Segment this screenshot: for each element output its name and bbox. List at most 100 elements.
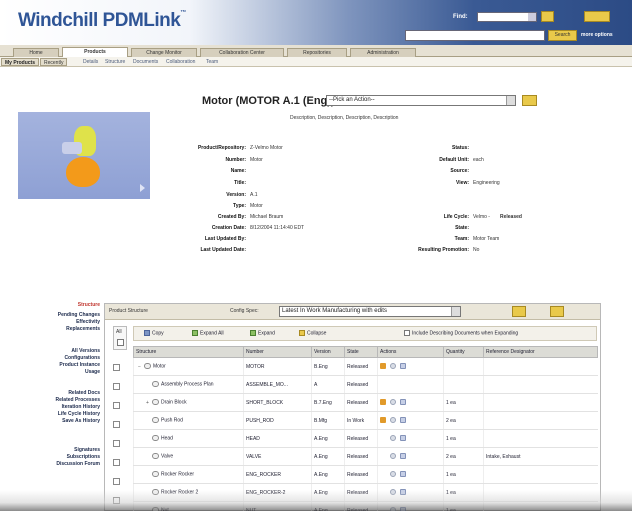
expand-all-icon: [192, 330, 198, 336]
view-icon[interactable]: [390, 399, 396, 406]
document-icon[interactable]: [400, 399, 406, 406]
nav-item-iteration-history[interactable]: Iteration History: [62, 404, 100, 410]
table-row[interactable]: Valve VALVE A.Eng Released 2 ea Intake, Exhau…: [133, 447, 598, 466]
nav-item-structure[interactable]: Structure: [78, 302, 100, 308]
part-name[interactable]: Valve: [161, 454, 173, 460]
table-row[interactable]: − Motor MOTOR B.Eng Released: [133, 357, 598, 376]
nav-item-subscriptions[interactable]: Subscriptions: [67, 454, 100, 460]
row-checkbox[interactable]: [113, 440, 120, 447]
column-header-version[interactable]: Version: [311, 346, 345, 358]
tab-home[interactable]: Home: [13, 48, 59, 57]
find-go-button[interactable]: [541, 11, 554, 22]
copy-button[interactable]: Copy: [144, 330, 164, 336]
part-name[interactable]: Drain Block: [161, 400, 187, 406]
view-icon[interactable]: [390, 453, 396, 460]
subtab-team[interactable]: Team: [206, 58, 218, 66]
action-select[interactable]: --Pick an Action--: [326, 95, 516, 106]
header-clear-button[interactable]: [584, 11, 610, 22]
number-cell[interactable]: ASSEMBLE_MO...: [243, 375, 312, 394]
number-cell[interactable]: SHORT_BLOCK: [243, 393, 312, 412]
edit-icon[interactable]: [380, 363, 386, 370]
edit-icon[interactable]: [380, 399, 386, 406]
nav-item-related-docs[interactable]: Related Docs: [68, 390, 100, 396]
config-spec-edit-button[interactable]: [550, 306, 564, 317]
part-name[interactable]: Push Rod: [161, 418, 183, 424]
number-cell[interactable]: MOTOR: [243, 357, 312, 376]
table-row[interactable]: Head HEAD A.Eng Released 1 ea: [133, 429, 598, 448]
nav-item-save-as-history[interactable]: Save As History: [62, 418, 100, 424]
part-name[interactable]: Assembly Process Plan: [161, 382, 214, 388]
subtab-recently[interactable]: Recently: [40, 58, 68, 66]
include-docs-checkbox[interactable]: [404, 330, 410, 336]
number-cell[interactable]: VALVE: [243, 447, 312, 466]
attribute-label: Type:: [233, 203, 246, 209]
document-icon[interactable]: [400, 435, 406, 442]
column-header-structure[interactable]: Structure: [133, 346, 244, 358]
nav-item-related-processes[interactable]: Related Processes: [56, 397, 100, 403]
document-icon[interactable]: [400, 471, 406, 478]
find-type-select[interactable]: [477, 12, 537, 22]
tab-repositories[interactable]: Repositories: [287, 48, 347, 57]
nav-item-discussion-forum[interactable]: Discussion Forum: [56, 461, 100, 467]
document-icon[interactable]: [400, 363, 406, 370]
search-options-link[interactable]: more options: [581, 32, 613, 38]
config-spec-apply-button[interactable]: [512, 306, 526, 317]
search-input[interactable]: [405, 30, 545, 41]
part-thumbnail[interactable]: [18, 112, 150, 199]
nav-item-signatures[interactable]: Signatures: [74, 447, 100, 453]
config-spec-select[interactable]: Latest In Work Manufacturing with edits: [279, 306, 461, 317]
nav-item-replacements[interactable]: Replacements: [66, 326, 100, 332]
part-name[interactable]: Head: [161, 436, 173, 442]
nav-item-product-instance[interactable]: Product Instance: [59, 362, 100, 368]
view-icon[interactable]: [390, 435, 396, 442]
nav-item-usage[interactable]: Usage: [85, 369, 100, 375]
edit-icon[interactable]: [380, 417, 386, 424]
windchill-logo[interactable]: Windchill PDMLink™: [18, 10, 186, 32]
number-cell[interactable]: HEAD: [243, 429, 312, 448]
select-all-checkbox[interactable]: [117, 339, 124, 346]
subtab-documents[interactable]: Documents: [133, 58, 158, 66]
row-checkbox[interactable]: [113, 459, 120, 466]
number-cell[interactable]: PUSH_ROD: [243, 411, 312, 430]
tab-administration[interactable]: Administration: [350, 48, 416, 57]
action-go-button[interactable]: [522, 95, 537, 106]
nav-item-pending-changes[interactable]: Pending Changes: [58, 312, 100, 318]
table-row[interactable]: Assembly Process Plan ASSEMBLE_MO... A Rele…: [133, 375, 598, 394]
column-header-state[interactable]: State: [344, 346, 378, 358]
number-cell[interactable]: ENG_ROCKER: [243, 465, 312, 484]
row-checkbox[interactable]: [113, 421, 120, 428]
expand-button[interactable]: Expand: [250, 330, 275, 336]
row-checkbox[interactable]: [113, 383, 120, 390]
subtab-structure[interactable]: Structure: [105, 58, 125, 66]
table-row[interactable]: + Drain Block SHORT_BLOCK B.7.Eng Released 1 …: [133, 393, 598, 412]
subtab-my-products[interactable]: My Products: [1, 58, 40, 66]
view-icon[interactable]: [390, 417, 396, 424]
subtab-collaboration[interactable]: Collaboration: [166, 58, 195, 66]
column-header-actions[interactable]: Actions: [377, 346, 444, 358]
search-button[interactable]: Search: [548, 30, 577, 41]
document-icon[interactable]: [400, 453, 406, 460]
column-header-quantity[interactable]: Quantity: [443, 346, 484, 358]
table-row[interactable]: Push Rod PUSH_ROD B.Mfg In Work 2 ea: [133, 411, 598, 430]
row-checkbox[interactable]: [113, 402, 120, 409]
row-checkbox[interactable]: [113, 478, 120, 485]
tab-collaboration-center[interactable]: Collaboration Center: [200, 48, 284, 57]
view-icon[interactable]: [390, 471, 396, 478]
part-name[interactable]: Motor: [153, 364, 166, 370]
nav-item-all-versions[interactable]: All Versions: [71, 348, 100, 354]
row-checkbox[interactable]: [113, 364, 120, 371]
include-docs-option[interactable]: Include Describing Documents when Expand…: [404, 330, 518, 336]
view-icon[interactable]: [390, 363, 396, 370]
column-header-reference-designator[interactable]: Reference Designator: [483, 346, 598, 358]
nav-item-life-cycle-history[interactable]: Life Cycle History: [58, 411, 100, 417]
tab-change-monitor[interactable]: Change Monitor: [131, 48, 197, 57]
table-row[interactable]: Rocker Rocker ENG_ROCKER A.Eng Released 1 ea: [133, 465, 598, 484]
subtab-details[interactable]: Details: [83, 58, 98, 66]
expand-all-button[interactable]: Expand All: [192, 330, 224, 336]
nav-item-effectivity[interactable]: Effectivity: [76, 319, 100, 325]
document-icon[interactable]: [400, 417, 406, 424]
collapse-button[interactable]: Collapse: [299, 330, 326, 336]
nav-item-configurations[interactable]: Configurations: [64, 355, 100, 361]
column-header-number[interactable]: Number: [243, 346, 312, 358]
part-name[interactable]: Rocker Rocker: [161, 472, 194, 478]
